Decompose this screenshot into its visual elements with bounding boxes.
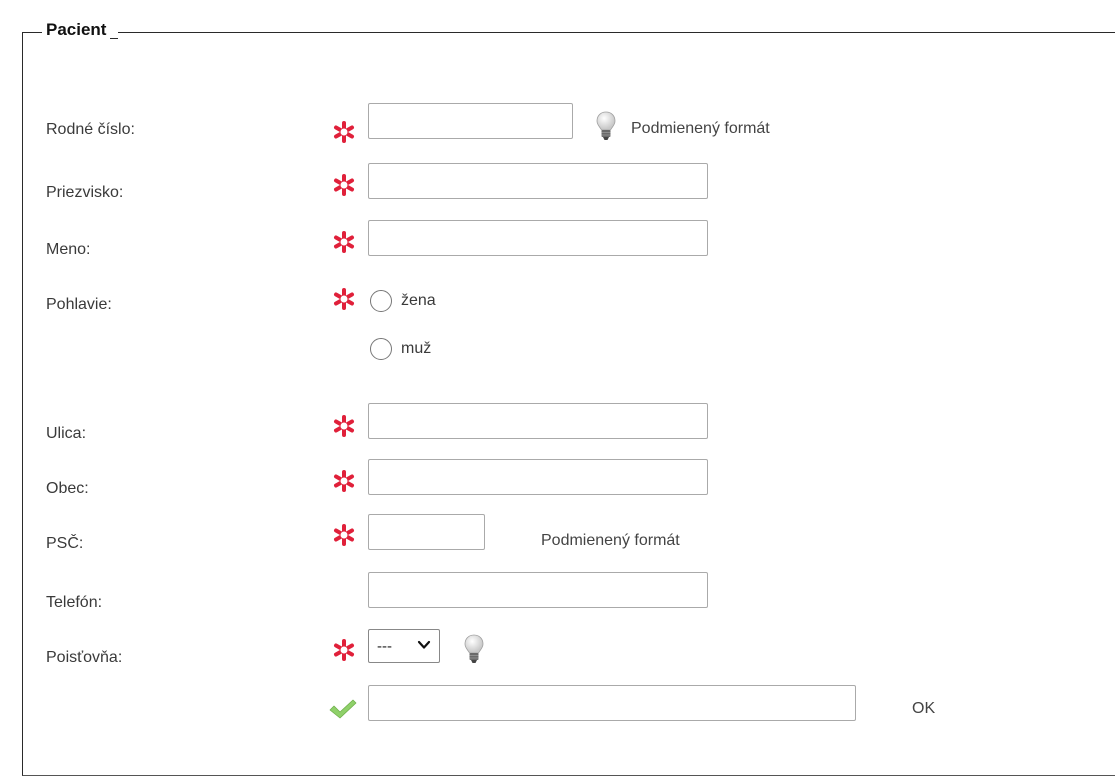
obec-label: Obec: (46, 480, 89, 497)
checkmark-icon (328, 697, 358, 721)
radio-button-muz[interactable] (370, 338, 392, 360)
rodne-cislo-label: Rodné číslo: (46, 121, 135, 138)
required-asterisk-icon (333, 415, 355, 437)
required-asterisk-icon (333, 231, 355, 253)
meno-input[interactable] (368, 220, 708, 256)
radio-option-zena[interactable]: žena (370, 289, 436, 313)
required-asterisk-icon (333, 639, 355, 661)
rodne-cislo-hint: Podmienený formát (631, 120, 770, 137)
ulica-label: Ulica: (46, 425, 87, 442)
telefon-input[interactable] (368, 572, 708, 608)
lightbulb-icon[interactable] (463, 634, 485, 664)
ulica-input[interactable] (368, 403, 708, 439)
poistovna-select[interactable]: --- (368, 629, 440, 663)
radio-label-muz: muž (401, 340, 432, 357)
ok-status-text: OK (912, 700, 936, 717)
poistovna-selected-value: --- (377, 637, 392, 655)
radio-option-muz[interactable]: muž (370, 337, 431, 361)
psc-input[interactable] (368, 514, 485, 550)
priezvisko-label: Priezvisko: (46, 184, 124, 201)
radio-label-zena: žena (401, 292, 436, 309)
psc-label: PSČ: (46, 535, 84, 552)
telefon-label: Telefón: (46, 594, 103, 611)
extra-input[interactable] (368, 685, 856, 721)
required-asterisk-icon (333, 174, 355, 196)
required-asterisk-icon (333, 121, 355, 143)
chevron-down-icon (417, 638, 431, 656)
poistovna-label: Poisťovňa: (46, 649, 123, 666)
required-asterisk-icon (333, 470, 355, 492)
fieldset-legend: Pacient (34, 18, 119, 42)
required-asterisk-icon (333, 288, 355, 310)
lightbulb-icon[interactable] (595, 111, 617, 141)
rodne-cislo-input[interactable] (368, 103, 573, 139)
priezvisko-input[interactable] (368, 163, 708, 199)
meno-label: Meno: (46, 241, 91, 258)
obec-input[interactable] (368, 459, 708, 495)
required-asterisk-icon (333, 524, 355, 546)
radio-button-zena[interactable] (370, 290, 392, 312)
pohlavie-label: Pohlavie: (46, 296, 112, 313)
psc-hint: Podmienený formát (541, 532, 680, 549)
